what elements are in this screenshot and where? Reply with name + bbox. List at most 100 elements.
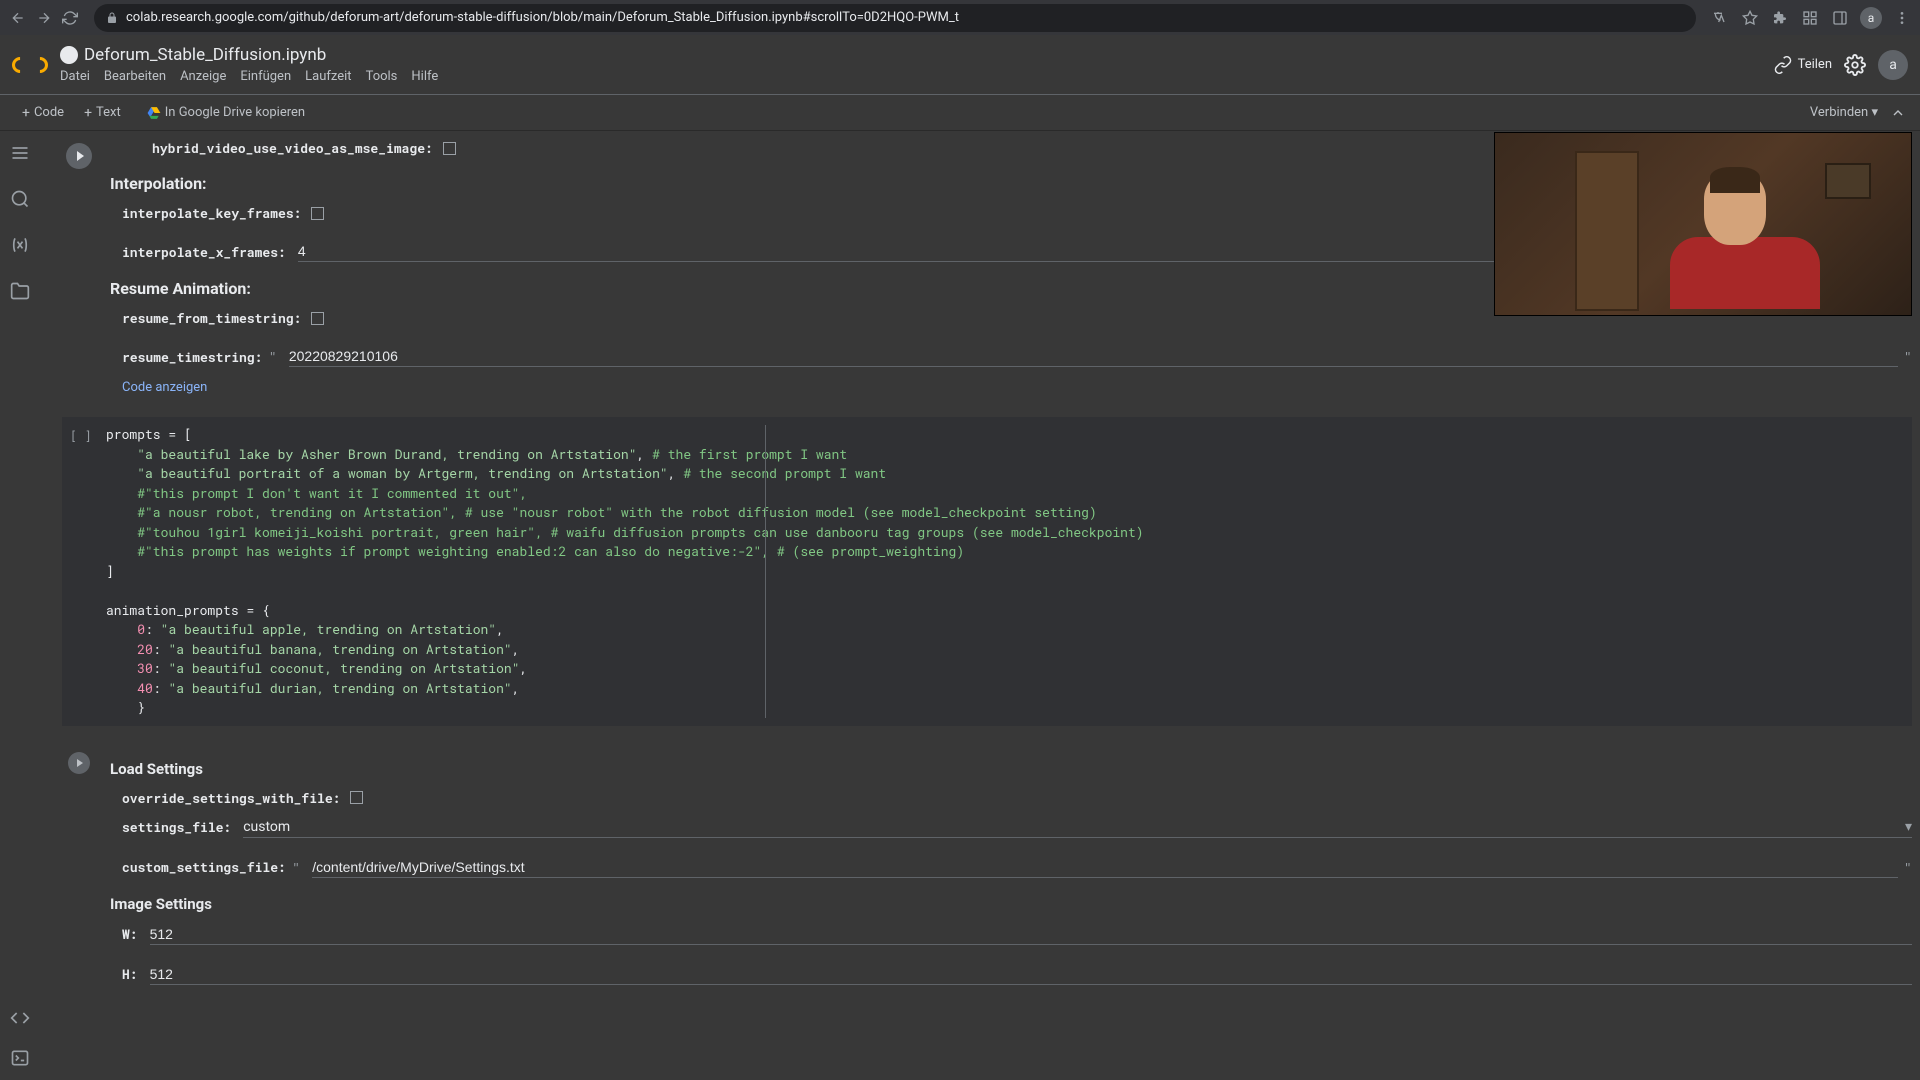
forward-icon[interactable] (34, 8, 54, 28)
image-settings-title: Image Settings (62, 883, 1912, 919)
files-icon[interactable] (10, 281, 30, 301)
resume-timestring-input[interactable] (289, 346, 1898, 367)
link-icon (1774, 56, 1792, 74)
url-bar[interactable]: colab.research.google.com/github/deforum… (94, 4, 1696, 32)
code-token: { (254, 601, 270, 619)
menu-view[interactable]: Anzeige (180, 69, 226, 84)
width-input[interactable] (150, 924, 1912, 945)
run-cell-button[interactable] (66, 143, 92, 169)
colab-logo-icon[interactable] (12, 47, 48, 83)
custom-settings-input[interactable] (312, 857, 1897, 878)
hybrid-video-checkbox[interactable] (443, 142, 456, 155)
code-token: , (520, 659, 528, 677)
bookmark-icon[interactable] (1740, 8, 1760, 28)
toolbar: +Code +Text In Google Drive kopieren Ver… (0, 95, 1920, 131)
code-token: , (512, 679, 520, 697)
back-icon[interactable] (8, 8, 28, 28)
toc-icon[interactable] (10, 143, 30, 163)
menu-tools[interactable]: Tools (366, 69, 398, 84)
custom-settings-label: custom_settings_file: (122, 858, 286, 876)
webcam-overlay (1494, 132, 1912, 316)
code-token: , (637, 445, 653, 463)
height-input[interactable] (150, 964, 1912, 985)
code-token: "a beautiful coconut, trending on Artsta… (168, 659, 519, 677)
code-token: 40 (137, 679, 153, 697)
width-label: W: (122, 925, 138, 943)
interpolate-key-frames-checkbox[interactable] (311, 207, 324, 220)
snippets-icon[interactable] (10, 1008, 30, 1028)
code-token: , (512, 640, 520, 658)
code-token: "a beautiful durian, trending on Artstat… (168, 679, 511, 697)
menu-file[interactable]: Datei (60, 69, 90, 84)
chevron-down-icon: ▾ (1871, 105, 1878, 120)
add-code-button[interactable]: +Code (12, 101, 74, 125)
settings-file-value: custom (243, 819, 290, 835)
code-token: "a beautiful apple, trending on Artstati… (161, 620, 496, 638)
collapse-icon[interactable] (1888, 103, 1908, 123)
code-token (106, 640, 137, 658)
quote-open: " (292, 858, 300, 877)
add-text-button[interactable]: +Text (74, 101, 131, 125)
chrome-profile[interactable]: a (1860, 7, 1882, 29)
reload-icon[interactable] (60, 8, 80, 28)
menu-insert[interactable]: Einfügen (240, 69, 291, 84)
run-load-settings-button[interactable] (68, 752, 90, 774)
webcam-door (1575, 151, 1639, 311)
menu-edit[interactable]: Bearbeiten (104, 69, 166, 84)
translate-icon[interactable] (1710, 8, 1730, 28)
height-label: H: (122, 965, 138, 983)
show-code-link[interactable]: Code anzeigen (62, 372, 1912, 403)
override-settings-label: override_settings_with_file: (122, 789, 340, 807)
code-token: "a beautiful banana, trending on Artstat… (168, 640, 511, 658)
menu-runtime[interactable]: Laufzeit (305, 69, 351, 84)
notebook-title[interactable]: Deforum_Stable_Diffusion.ipynb (84, 45, 326, 65)
apps-icon[interactable] (1800, 8, 1820, 28)
code-token: #"this prompt I don't want it I commente… (106, 484, 527, 502)
code-token: : (145, 620, 161, 638)
override-settings-checkbox[interactable] (350, 791, 363, 804)
browser-chrome: colab.research.google.com/github/deforum… (0, 0, 1920, 35)
quote-close: " (1904, 347, 1912, 366)
settings-button[interactable] (1844, 54, 1866, 76)
code-token: # the first prompt I want (652, 445, 847, 463)
terminal-icon[interactable] (10, 1048, 30, 1068)
code-token: : (153, 640, 169, 658)
code-token (106, 620, 137, 638)
code-token: 30 (137, 659, 153, 677)
drive-icon (147, 106, 161, 120)
lock-icon (106, 12, 118, 24)
chevron-down-icon: ▾ (1905, 819, 1912, 835)
connect-label: Verbinden (1810, 105, 1868, 120)
variables-icon[interactable] (10, 235, 30, 255)
chrome-actions: a (1710, 7, 1912, 29)
extensions-icon[interactable] (1770, 8, 1790, 28)
settings-file-dropdown[interactable]: custom ▾ (243, 817, 1912, 838)
interpolate-key-frames-label: interpolate_key_frames: (122, 204, 301, 222)
quote-close: " (1904, 858, 1912, 877)
code-token: # the second prompt I want (683, 464, 886, 482)
code-token: "a beautiful lake by Asher Brown Durand,… (137, 445, 636, 463)
code-cell[interactable]: [ ] prompts = [ "a beautiful lake by Ash… (62, 417, 1912, 726)
webcam-person (1670, 173, 1800, 316)
colab-header: Deforum_Stable_Diffusion.ipynb Datei Bea… (0, 35, 1920, 95)
resume-timestring-label: resume_timestring: (122, 348, 262, 366)
settings-file-label: settings_file: (122, 818, 231, 836)
code-token: #"a nousr robot, trending on Artstation"… (106, 503, 1097, 521)
add-text-label: Text (96, 105, 121, 120)
code-token: ] (106, 562, 114, 580)
panel-icon[interactable] (1830, 8, 1850, 28)
share-button[interactable]: Teilen (1774, 56, 1832, 74)
code-ruler (765, 425, 766, 718)
code-token: , (668, 464, 684, 482)
user-avatar[interactable]: a (1878, 50, 1908, 80)
search-icon[interactable] (10, 189, 30, 209)
connect-button[interactable]: Verbinden ▾ (1810, 105, 1878, 120)
chrome-menu-icon[interactable] (1892, 8, 1912, 28)
code-token: 0 (137, 620, 145, 638)
resume-from-timestring-checkbox[interactable] (311, 312, 324, 325)
menu-help[interactable]: Hilfe (411, 69, 438, 84)
copy-to-drive-button[interactable]: In Google Drive kopieren (137, 101, 315, 124)
github-icon (60, 46, 78, 64)
menu-bar: Datei Bearbeiten Anzeige Einfügen Laufze… (60, 69, 438, 84)
code-token: prompts (106, 425, 168, 443)
